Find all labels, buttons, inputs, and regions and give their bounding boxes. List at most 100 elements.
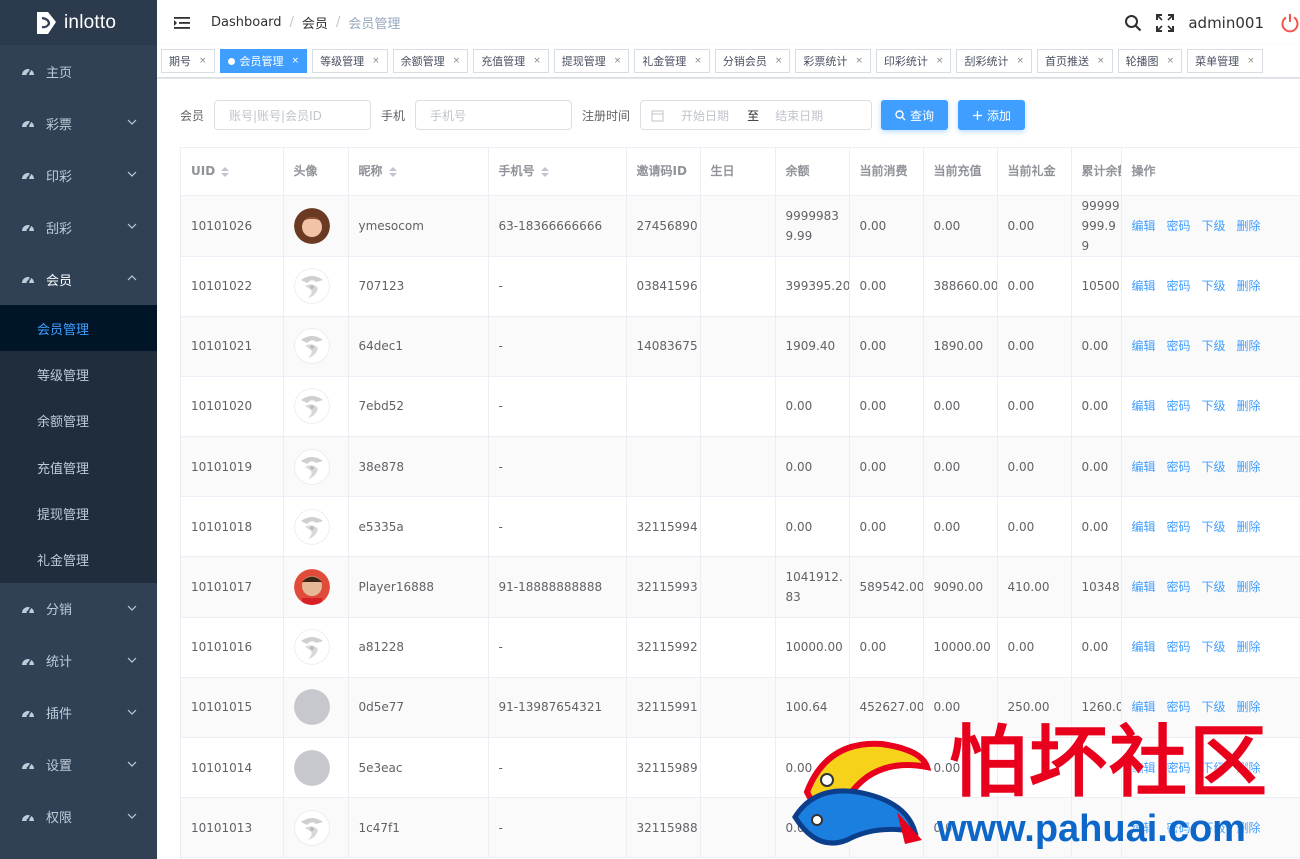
tag-3[interactable]: 余额管理 × [392, 49, 469, 73]
query-button[interactable]: 查询 [881, 100, 949, 130]
username[interactable]: admin001 [1188, 14, 1264, 32]
delete-link[interactable]: 删除 [1237, 520, 1261, 534]
sort-icon[interactable] [540, 166, 549, 178]
delete-link[interactable]: 删除 [1237, 640, 1261, 654]
tag-9[interactable]: 印彩统计 × [875, 49, 952, 73]
tag-2[interactable]: 等级管理 × [312, 49, 388, 73]
close-icon[interactable]: × [1016, 56, 1024, 66]
close-icon[interactable]: × [614, 56, 622, 66]
breadcrumb-member[interactable]: 会员 [302, 13, 328, 32]
close-icon[interactable]: × [1247, 56, 1255, 66]
password-link[interactable]: 密码 [1167, 821, 1191, 835]
submenu-item-3[interactable]: 充值管理 [0, 444, 157, 490]
password-link[interactable]: 密码 [1167, 279, 1191, 293]
close-icon[interactable]: × [372, 56, 380, 66]
submenu-item-2[interactable]: 余额管理 [0, 398, 157, 444]
tag-13[interactable]: 菜单管理 × [1187, 49, 1263, 73]
register-date-range[interactable]: 开始日期 至 结束日期 [640, 100, 873, 130]
delete-link[interactable]: 删除 [1237, 460, 1261, 474]
close-icon[interactable]: × [936, 56, 944, 66]
close-icon[interactable]: × [1167, 56, 1175, 66]
search-icon[interactable] [1124, 14, 1142, 32]
close-icon[interactable]: × [453, 56, 461, 66]
subordinate-link[interactable]: 下级 [1202, 821, 1226, 835]
subordinate-link[interactable]: 下级 [1202, 761, 1226, 775]
subordinate-link[interactable]: 下级 [1202, 520, 1226, 534]
sidebar-item-8[interactable]: 设置 [0, 739, 157, 791]
subordinate-link[interactable]: 下级 [1202, 399, 1226, 413]
close-icon[interactable]: × [694, 56, 702, 66]
password-link[interactable]: 密码 [1167, 460, 1191, 474]
subordinate-link[interactable]: 下级 [1202, 219, 1226, 233]
sidebar-item-7[interactable]: 插件 [0, 687, 157, 739]
column-header[interactable]: 昵称 [348, 148, 489, 196]
sidebar-item-4[interactable]: 会员 [0, 253, 157, 305]
submenu-item-5[interactable]: 礼金管理 [0, 536, 157, 582]
delete-link[interactable]: 删除 [1237, 219, 1261, 233]
breadcrumb-dashboard[interactable]: Dashboard [211, 15, 282, 30]
tag-1[interactable]: 会员管理 × [219, 49, 308, 73]
edit-link[interactable]: 编辑 [1132, 219, 1156, 233]
submenu-item-4[interactable]: 提现管理 [0, 490, 157, 536]
tag-4[interactable]: 充值管理 × [473, 49, 549, 73]
edit-link[interactable]: 编辑 [1132, 821, 1156, 835]
close-icon[interactable]: × [1097, 56, 1105, 66]
delete-link[interactable]: 删除 [1237, 339, 1261, 353]
password-link[interactable]: 密码 [1167, 219, 1191, 233]
password-link[interactable]: 密码 [1167, 700, 1191, 714]
edit-link[interactable]: 编辑 [1132, 520, 1156, 534]
edit-link[interactable]: 编辑 [1132, 399, 1156, 413]
password-link[interactable]: 密码 [1167, 640, 1191, 654]
phone-input[interactable]: 手机号 [415, 100, 573, 130]
edit-link[interactable]: 编辑 [1132, 339, 1156, 353]
password-link[interactable]: 密码 [1167, 520, 1191, 534]
column-header[interactable]: 手机号 [488, 148, 627, 196]
subordinate-link[interactable]: 下级 [1202, 640, 1226, 654]
password-link[interactable]: 密码 [1167, 399, 1191, 413]
edit-link[interactable]: 编辑 [1132, 580, 1156, 594]
column-header[interactable]: UID [181, 148, 284, 196]
subordinate-link[interactable]: 下级 [1202, 700, 1226, 714]
close-icon[interactable]: × [292, 56, 300, 66]
close-icon[interactable]: × [775, 56, 783, 66]
edit-link[interactable]: 编辑 [1132, 700, 1156, 714]
edit-link[interactable]: 编辑 [1132, 761, 1156, 775]
hamburger-icon[interactable] [173, 14, 191, 32]
password-link[interactable]: 密码 [1167, 761, 1191, 775]
fullscreen-icon[interactable] [1156, 13, 1175, 32]
tag-12[interactable]: 轮播图 × [1117, 49, 1183, 73]
subordinate-link[interactable]: 下级 [1202, 580, 1226, 594]
logo[interactable]: inlotto [0, 0, 157, 45]
sidebar-item-9[interactable]: 权限 [0, 791, 157, 843]
tag-11[interactable]: 首页推送 × [1037, 49, 1113, 73]
sidebar-item-2[interactable]: 印彩 [0, 149, 157, 201]
submenu-item-0[interactable]: 会员管理 [0, 305, 157, 352]
member-search-input[interactable]: 账号|账号|会员ID [214, 100, 372, 130]
subordinate-link[interactable]: 下级 [1202, 460, 1226, 474]
add-button[interactable]: 添加 [958, 100, 1026, 130]
sidebar-item-0[interactable]: 主页 [0, 45, 157, 97]
tag-0[interactable]: 期号 × [161, 49, 215, 73]
sidebar-item-3[interactable]: 刮彩 [0, 201, 157, 253]
subordinate-link[interactable]: 下级 [1202, 339, 1226, 353]
edit-link[interactable]: 编辑 [1132, 460, 1156, 474]
delete-link[interactable]: 删除 [1237, 700, 1261, 714]
edit-link[interactable]: 编辑 [1132, 640, 1156, 654]
delete-link[interactable]: 删除 [1237, 761, 1261, 775]
submenu-item-1[interactable]: 等级管理 [0, 351, 157, 397]
tag-7[interactable]: 分销会员 × [714, 49, 791, 73]
sidebar-item-5[interactable]: 分销 [0, 583, 157, 635]
subordinate-link[interactable]: 下级 [1202, 279, 1226, 293]
password-link[interactable]: 密码 [1167, 580, 1191, 594]
tag-5[interactable]: 提现管理 × [553, 49, 630, 73]
password-link[interactable]: 密码 [1167, 339, 1191, 353]
close-icon[interactable]: × [533, 56, 541, 66]
sort-icon[interactable] [221, 166, 230, 178]
sidebar-item-6[interactable]: 统计 [0, 635, 157, 687]
sort-icon[interactable] [388, 166, 397, 178]
delete-link[interactable]: 删除 [1237, 821, 1261, 835]
delete-link[interactable]: 删除 [1237, 279, 1261, 293]
tag-10[interactable]: 刮彩统计 × [956, 49, 1033, 73]
tag-6[interactable]: 礼金管理 × [634, 49, 710, 73]
edit-link[interactable]: 编辑 [1132, 279, 1156, 293]
